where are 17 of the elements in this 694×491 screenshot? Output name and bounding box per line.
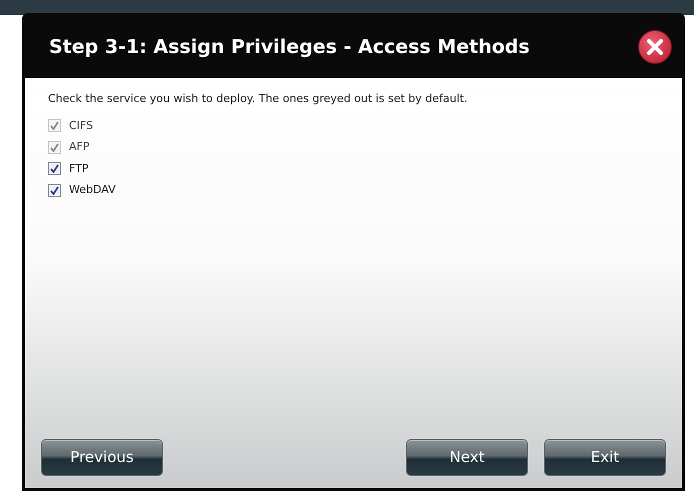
check-icon [50, 121, 59, 130]
dialog-title: Step 3-1: Assign Privileges - Access Methods [49, 34, 530, 60]
service-checkbox[interactable] [48, 184, 61, 197]
check-icon [50, 142, 59, 152]
check-icon [50, 186, 59, 195]
service-label: WebDAV [69, 182, 116, 198]
check-icon [50, 164, 59, 174]
service-label: FTP [69, 160, 88, 176]
service-checkbox[interactable] [48, 162, 61, 176]
close-button[interactable] [638, 30, 672, 64]
service-label: CIFS [69, 118, 94, 134]
close-icon [646, 38, 664, 56]
dialog-button[interactable]: Exit [544, 439, 666, 476]
dialog-button[interactable]: Previous [41, 439, 163, 476]
instruction-text: Check the service you wish to deploy. The ones greyed out is set by default. [48, 91, 468, 107]
service-label: AFP [69, 139, 90, 155]
dialog-button[interactable]: Next [406, 439, 528, 476]
